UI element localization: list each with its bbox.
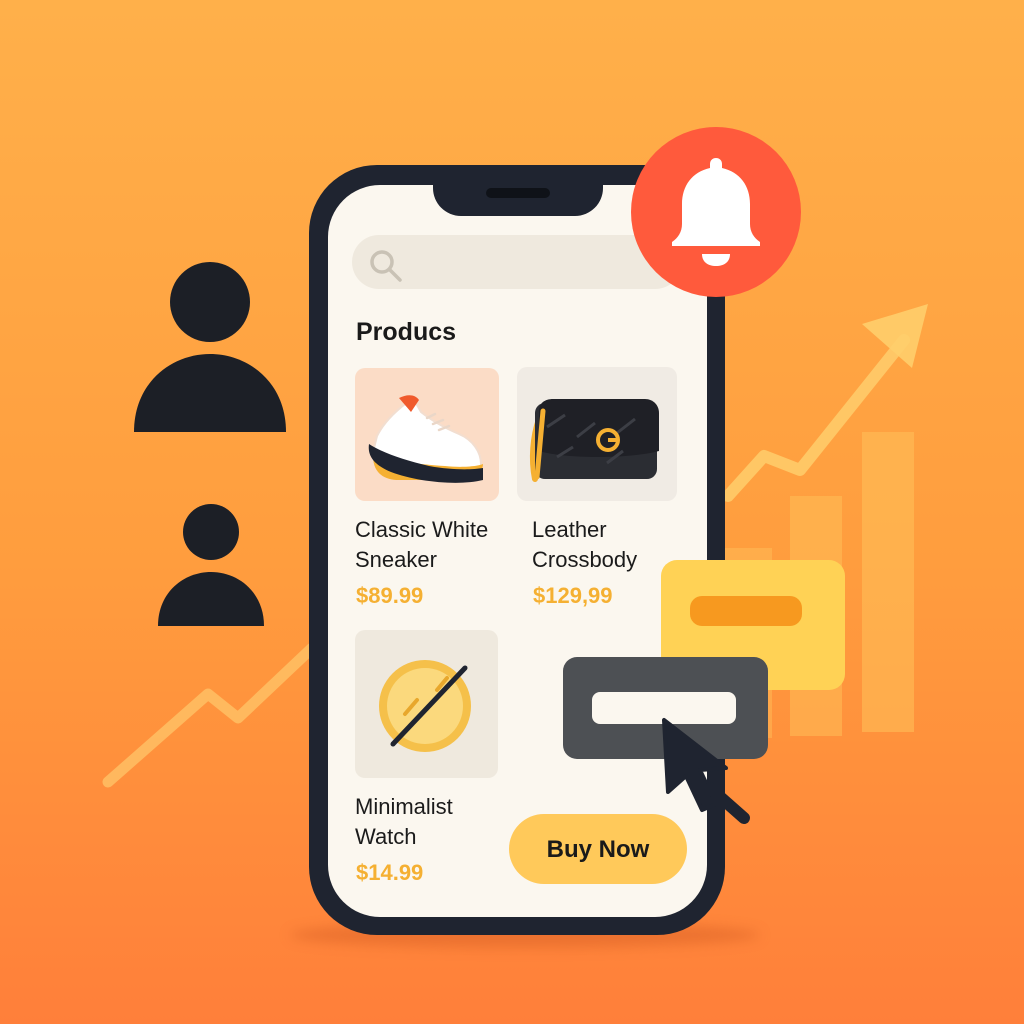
- product-price: $89.99: [356, 583, 424, 608]
- product-price: $14.99: [356, 860, 424, 885]
- product-name-line: Sneaker: [355, 547, 437, 572]
- product-price: $129,99: [533, 583, 613, 608]
- crossbody-bag-image: [529, 399, 659, 482]
- product-card-image[interactable]: [355, 630, 498, 778]
- watch-image: [379, 660, 471, 752]
- product-name-line: Classic White: [355, 517, 489, 542]
- product-name-line: Minimalist: [355, 794, 453, 819]
- product-name-line: Leather: [532, 517, 607, 542]
- sneaker-image: [368, 395, 483, 483]
- products-heading: Producs: [356, 318, 457, 346]
- product-name[interactable]: Minimalist Watch: [355, 792, 525, 852]
- cursor-pointer-icon: [662, 718, 750, 824]
- search-icon[interactable]: [366, 246, 406, 286]
- product-card-image[interactable]: [517, 367, 677, 501]
- background-chart-bar: [862, 432, 914, 732]
- buy-now-button[interactable]: Buy Now: [509, 814, 687, 884]
- user-icon-small: [158, 504, 264, 626]
- bell-icon[interactable]: [666, 154, 766, 270]
- product-name[interactable]: Classic White Sneaker: [355, 515, 525, 575]
- product-card-image[interactable]: [355, 368, 499, 501]
- phone-speaker: [486, 188, 550, 198]
- product-name-line: Watch: [355, 824, 417, 849]
- user-icon-large: [134, 262, 286, 432]
- floating-card-bar: [690, 596, 802, 626]
- trend-arrow-lower: [102, 642, 318, 788]
- phone-notch: [433, 180, 603, 216]
